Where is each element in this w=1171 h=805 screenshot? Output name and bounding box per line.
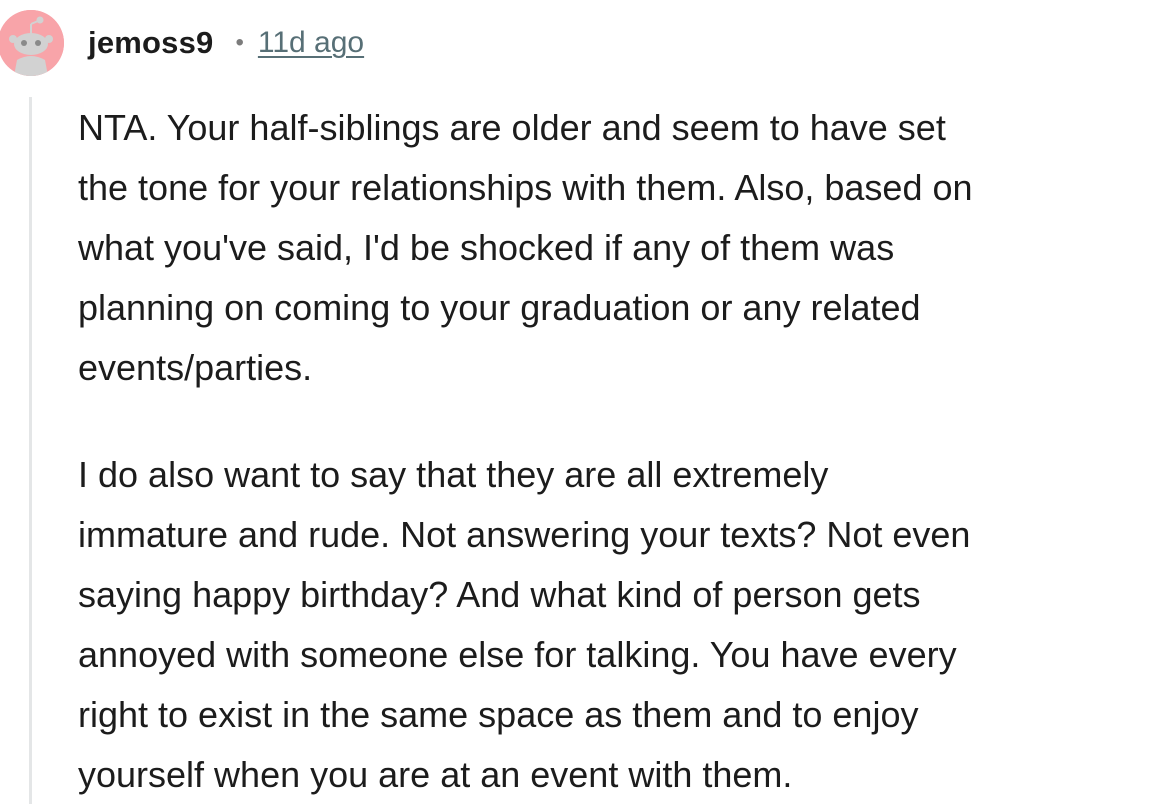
user-avatar[interactable]: [0, 10, 64, 76]
comment: jemoss9 • 11d ago NTA. Your half-sibling…: [0, 0, 1171, 804]
reddit-snoo-avatar-icon: [0, 10, 64, 76]
comment-timestamp[interactable]: 11d ago: [258, 26, 364, 60]
thread-collapse-line[interactable]: [29, 97, 32, 804]
comment-header: jemoss9 • 11d ago: [0, 7, 364, 79]
separator-dot: •: [235, 29, 244, 56]
comment-body: NTA. Your half-siblings are older and se…: [78, 98, 1170, 805]
comment-paragraph: I do also want to say that they are all …: [78, 454, 971, 795]
comment-paragraph: NTA. Your half-siblings are older and se…: [78, 107, 973, 388]
comment-author[interactable]: jemoss9: [88, 25, 213, 61]
